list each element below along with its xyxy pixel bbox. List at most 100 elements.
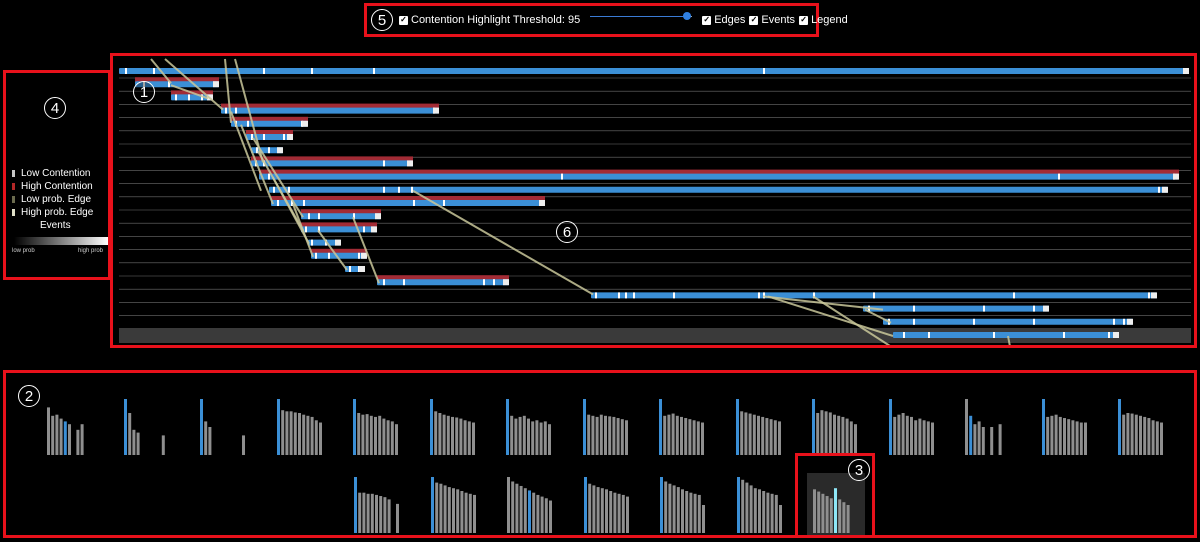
- histogram[interactable]: [883, 395, 941, 457]
- event-marker: [273, 186, 275, 193]
- histogram-bar: [1130, 413, 1134, 455]
- histogram[interactable]: [501, 473, 559, 535]
- legend-item-high-contention: High Contention: [12, 181, 93, 192]
- histogram-accent-bar: [583, 477, 587, 533]
- histogram[interactable]: [959, 395, 1017, 457]
- histogram-bar: [468, 493, 472, 533]
- histogram-bar: [770, 493, 774, 533]
- histogram-bar: [447, 487, 451, 533]
- histogram-bar: [990, 427, 994, 455]
- check-icon: ✓: [702, 15, 712, 25]
- histogram[interactable]: [271, 395, 329, 457]
- histogram-accent-bar: [63, 421, 67, 455]
- histogram-bar: [455, 489, 459, 533]
- event-marker: [403, 279, 405, 286]
- histogram[interactable]: [347, 395, 405, 457]
- histogram-bar: [905, 415, 909, 455]
- histogram-bar: [625, 496, 629, 533]
- histogram-bar: [131, 429, 135, 455]
- event-marker: [973, 318, 975, 325]
- histogram-bar: [1045, 416, 1049, 455]
- histogram-bar: [663, 415, 667, 455]
- histogram-bar: [777, 421, 781, 455]
- histogram-bar: [624, 420, 628, 455]
- histogram-accent-bar: [123, 399, 127, 455]
- histogram[interactable]: [577, 395, 635, 457]
- histogram-bar: [1062, 418, 1066, 455]
- task-end-marker: [1127, 318, 1133, 325]
- histogram-bar: [464, 492, 468, 533]
- task-bar: [221, 107, 439, 114]
- histogram-bar: [510, 415, 514, 455]
- histogram[interactable]: [806, 395, 864, 457]
- histogram-bar: [901, 413, 905, 455]
- histogram-bar: [548, 424, 551, 455]
- histogram-bar: [837, 415, 841, 455]
- event-marker: [268, 173, 270, 180]
- histogram[interactable]: [653, 395, 711, 457]
- histogram[interactable]: [425, 473, 483, 535]
- histogram[interactable]: [348, 473, 406, 535]
- task-end-marker: [359, 266, 365, 272]
- histogram[interactable]: [1036, 395, 1094, 457]
- histogram-accent-bar: [528, 490, 531, 533]
- histogram-bar: [47, 407, 50, 455]
- event-marker: [983, 305, 985, 312]
- histogram[interactable]: [500, 395, 558, 457]
- events-checkbox[interactable]: ✓ Events: [749, 14, 795, 26]
- histogram-bar: [587, 483, 591, 533]
- histogram-chart: [583, 477, 629, 533]
- task-bar: [301, 226, 377, 233]
- controls-panel: 5 ✓ Contention Highlight Threshold: 95 ✓…: [364, 3, 848, 37]
- timeline-chart[interactable]: [113, 56, 1194, 345]
- histogram[interactable]: [731, 473, 789, 535]
- edges-checkbox[interactable]: ✓ Edges: [702, 14, 745, 26]
- histogram-bar: [740, 479, 744, 533]
- task-bar: [271, 200, 545, 206]
- histogram-accent-bar: [200, 399, 203, 455]
- histogram-bar: [458, 418, 462, 455]
- histogram-bar: [543, 421, 547, 455]
- histogram-bar: [778, 505, 782, 533]
- event-marker: [383, 160, 385, 167]
- task-end-marker: [407, 160, 413, 167]
- histogram-bar: [518, 416, 522, 455]
- histogram-accent-bar: [736, 477, 740, 533]
- histogram[interactable]: [578, 473, 636, 535]
- event-marker: [1113, 318, 1115, 325]
- check-icon: ✓: [799, 15, 809, 25]
- threshold-slider[interactable]: [590, 12, 693, 22]
- slider-thumb[interactable]: [683, 12, 692, 20]
- task-bar: [251, 160, 413, 167]
- histogram-bar: [604, 489, 608, 533]
- selected-histogram-highlight: 3: [795, 453, 875, 538]
- contention-threshold-checkbox[interactable]: ✓ Contention Highlight Threshold: 95: [399, 14, 580, 26]
- histogram[interactable]: [730, 395, 788, 457]
- histogram[interactable]: [118, 395, 176, 457]
- legend-checkbox[interactable]: ✓ Legend: [799, 14, 848, 26]
- histogram-bar: [454, 417, 458, 455]
- histogram-bar: [358, 492, 362, 533]
- histogram-bar: [310, 416, 314, 455]
- histogram-bar: [297, 413, 301, 455]
- histogram-bar: [446, 415, 450, 455]
- event-marker: [1063, 332, 1065, 338]
- task-end-marker: [277, 147, 283, 154]
- histogram-bar: [443, 485, 447, 533]
- histogram[interactable]: [194, 395, 252, 457]
- task-end-marker: [335, 239, 341, 246]
- histogram[interactable]: [1112, 395, 1170, 457]
- legend-events-label: Events: [40, 220, 71, 231]
- histogram[interactable]: [41, 395, 99, 457]
- event-marker: [225, 107, 227, 114]
- histogram-accent-bar: [354, 477, 357, 533]
- histogram[interactable]: [424, 395, 482, 457]
- histogram-bar: [841, 416, 845, 455]
- histogram-bar: [620, 419, 624, 455]
- histogram[interactable]: [654, 473, 712, 535]
- legend-swatch: [12, 196, 15, 203]
- histogram-bar: [450, 416, 454, 455]
- legend-toggle-label: Legend: [811, 14, 848, 26]
- histogram-accent-bar: [276, 399, 280, 455]
- histogram-bar: [680, 416, 683, 455]
